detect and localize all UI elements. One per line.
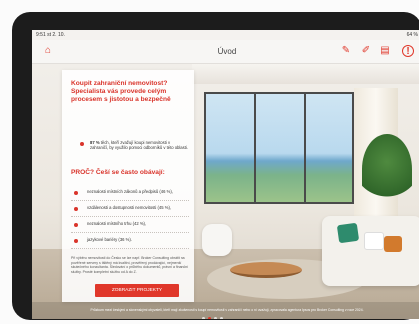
intro-stat: 87 % xyxy=(90,140,100,145)
list-item: neznalosti místního trhu (42 %), xyxy=(87,221,147,226)
card-subheading: PROČ? Češí se často obávají: xyxy=(71,169,165,176)
card-note: Při výběru nemovitosti do Česko se lze n… xyxy=(71,256,189,274)
list-item: neznalosti místních zákonů a předpisů (4… xyxy=(87,189,173,194)
app-bar: ⌂ Úvod ✎ ✐ ▤ ! xyxy=(32,40,419,64)
carousel-pager xyxy=(202,307,252,319)
status-time: 9:51 xyxy=(36,32,46,38)
list-bullet xyxy=(74,191,78,195)
pager-dot[interactable] xyxy=(220,317,223,319)
tablet-frame: 9:51 st 2. 10. 64 % ⌂ Úvod ✎ ✐ ▤ ! Koupi… xyxy=(12,12,419,320)
intro-bullet xyxy=(80,142,84,146)
document-icon[interactable]: ▤ xyxy=(379,45,391,57)
info-card: Koupit zahraniční nemovitost? Specialist… xyxy=(62,70,194,302)
stage: 9:51 st 2. 10. 64 % ⌂ Úvod ✎ ✐ ▤ ! Koupi… xyxy=(0,0,419,324)
list-bullet xyxy=(74,223,78,227)
status-time-date: 9:51 st 2. 10. xyxy=(36,32,65,38)
card-heading: Koupit zahraniční nemovitost? Specialist… xyxy=(71,80,171,104)
list-bullet xyxy=(74,207,78,211)
photo-pillow-orange xyxy=(384,236,402,252)
pager-dot[interactable] xyxy=(214,317,217,319)
app-screen: 9:51 st 2. 10. 64 % ⌂ Úvod ✎ ✐ ▤ ! Koupi… xyxy=(32,30,419,319)
pager-dot-active[interactable] xyxy=(208,317,211,319)
divider xyxy=(71,248,189,249)
photo-pillow-green xyxy=(336,222,360,244)
status-indicators: 64 % xyxy=(406,32,418,38)
status-date: st 2. 10. xyxy=(47,32,65,38)
divider xyxy=(71,216,189,217)
intro-text: 87 % těch, kteří zvažují koupi nemovitos… xyxy=(90,140,188,151)
photo-ceiling xyxy=(192,64,419,84)
photo-window xyxy=(204,92,354,204)
divider xyxy=(71,200,189,201)
show-projects-button[interactable]: ZOBRAZIT PROJEKTY xyxy=(95,284,179,297)
photo-pillow-white xyxy=(364,232,384,250)
list-item: jazykové bariéry (36 %). xyxy=(87,237,132,242)
list-item: vzdálenosti a dostupnosti nemovitosti (4… xyxy=(87,205,172,210)
divider xyxy=(71,232,189,233)
intro-body: těch, kteří zvažují koupi nemovitosti v … xyxy=(90,140,188,151)
pin-icon[interactable]: ✐ xyxy=(360,45,372,57)
pager-dot[interactable] xyxy=(202,317,205,319)
megaphone-icon[interactable]: ✎ xyxy=(340,45,352,57)
list-bullet xyxy=(74,239,78,243)
status-bar: 9:51 st 2. 10. 64 % xyxy=(32,30,419,40)
exclamation-icon[interactable]: ! xyxy=(402,45,414,57)
photo-coffee-table xyxy=(230,262,302,278)
photo-chair xyxy=(202,224,232,256)
photo-plant xyxy=(362,134,412,204)
